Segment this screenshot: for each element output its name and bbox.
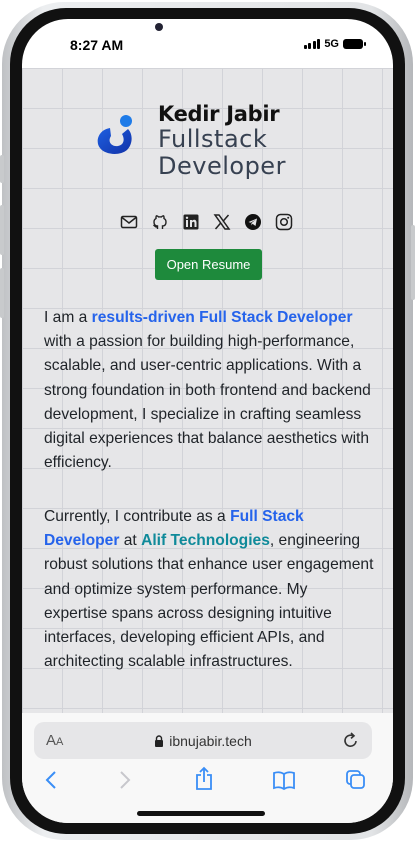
text: , engineering robust solutions that enha… [44, 532, 374, 671]
url-display[interactable]: ibnujabir.tech [34, 733, 372, 749]
url-text: ibnujabir.tech [169, 733, 252, 749]
x-icon[interactable] [213, 213, 231, 231]
volume-up-button [0, 205, 4, 255]
role-line: Fullstack [158, 125, 268, 153]
home-indicator[interactable] [137, 811, 265, 816]
social-links [120, 213, 293, 231]
company-link[interactable]: Alif Technologies [141, 532, 270, 549]
mute-switch [0, 155, 4, 183]
about-paragraph-2: Currently, I contribute as a Full Stack … [44, 505, 374, 674]
screen: 8:27 AM 5G Kedir Jabir Fullstack Develope… [22, 19, 393, 823]
web-content[interactable]: Kedir Jabir Fullstack Developer Open Resu… [22, 68, 393, 713]
text: at [119, 532, 142, 550]
share-icon[interactable] [194, 766, 214, 797]
reload-icon[interactable] [342, 730, 360, 750]
lock-icon [155, 735, 164, 747]
hero-name: Kedir Jabir [158, 102, 280, 126]
bookmarks-icon[interactable] [272, 769, 296, 796]
signal-icon [303, 39, 321, 49]
telegram-icon[interactable] [244, 213, 262, 231]
text: with a passion for building high-perform… [44, 333, 371, 472]
text: Currently, I contribute as a [44, 508, 231, 525]
about-paragraph-1: I am a results-driven Full Stack Develop… [44, 306, 374, 475]
status-bar: 8:27 AM 5G [22, 19, 393, 69]
hero-text: Kedir Jabir Fullstack Developer [158, 102, 286, 180]
hero: Kedir Jabir Fullstack Developer [94, 102, 286, 180]
safari-toolbar: AA ibnujabir.tech [22, 713, 393, 823]
camera-icon [155, 23, 163, 31]
back-icon[interactable] [44, 769, 58, 796]
status-indicators: 5G [303, 38, 366, 50]
volume-down-button [0, 268, 4, 318]
role-line: Developer [158, 152, 286, 180]
linkedin-icon[interactable] [182, 213, 200, 231]
github-icon[interactable] [151, 213, 169, 231]
open-resume-button[interactable]: Open Resume [155, 249, 262, 280]
status-time: 8:27 AM [70, 37, 124, 53]
text: I am a [44, 309, 92, 326]
logo-icon [97, 115, 132, 154]
instagram-icon[interactable] [275, 213, 293, 231]
mail-icon[interactable] [120, 213, 138, 231]
highlight-role: results-driven Full Stack Developer [91, 309, 353, 326]
forward-icon[interactable] [118, 769, 132, 796]
safari-nav [22, 766, 393, 799]
address-bar[interactable]: AA ibnujabir.tech [34, 722, 372, 759]
network-label: 5G [324, 38, 339, 50]
hero-role: Fullstack Developer [158, 126, 286, 180]
battery-icon [343, 39, 366, 49]
tabs-icon[interactable] [345, 769, 367, 796]
power-button [411, 225, 415, 300]
